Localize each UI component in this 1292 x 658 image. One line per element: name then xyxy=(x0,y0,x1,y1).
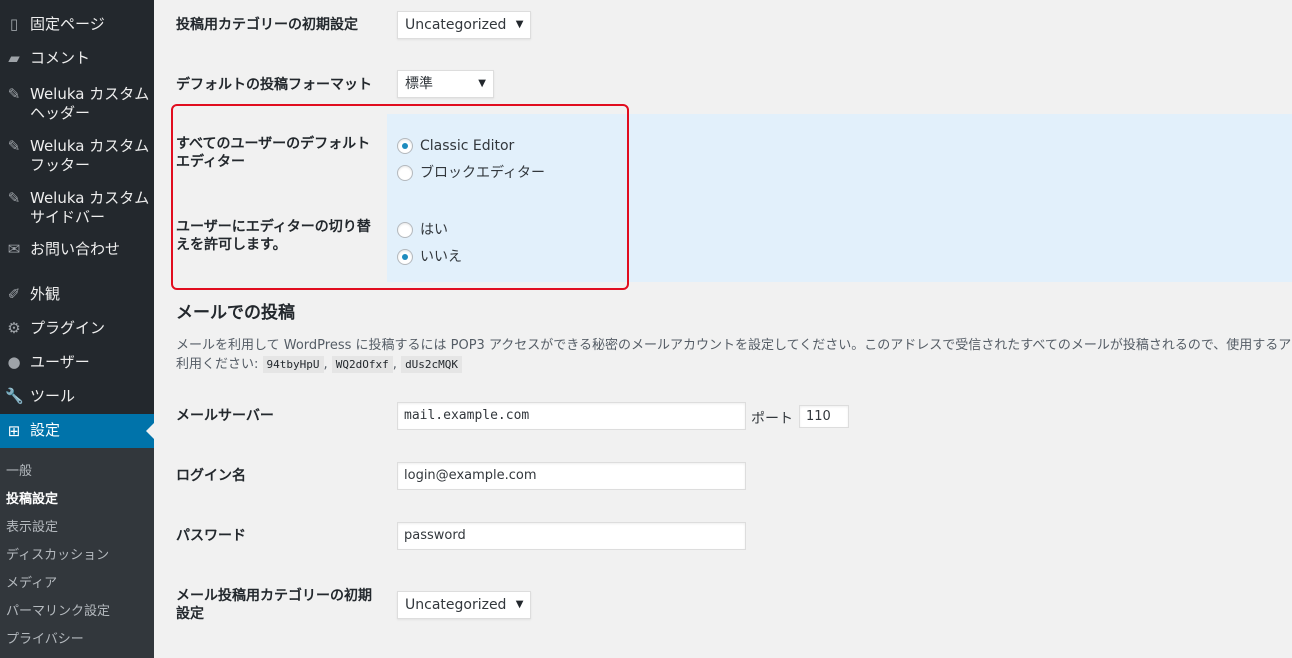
sidebar-item-settings[interactable]: ⊞ 設定 xyxy=(0,414,154,448)
sidebar-item-comments[interactable]: ▰ コメント xyxy=(0,49,154,71)
mail-icon: ✉ xyxy=(7,240,21,258)
description-prefix: 利用ください: xyxy=(176,357,259,372)
sidebar-item-label: コメント xyxy=(30,49,91,67)
sidebar-item-label: プラグイン xyxy=(30,319,106,337)
sidebar-item-plugins[interactable]: ⚙ プラグイン xyxy=(0,319,154,341)
password-input[interactable]: password xyxy=(397,522,746,550)
mail-server-label: メールサーバー xyxy=(176,408,274,424)
port-input[interactable]: 110 xyxy=(799,405,849,428)
submenu-item-general[interactable]: 一般 xyxy=(6,460,32,479)
sidebar-item-custom-footer[interactable]: ✎ Weluka カスタムフッター xyxy=(0,137,154,177)
pin-icon: ✎ xyxy=(7,137,21,155)
appearance-icon: ✐ xyxy=(7,285,21,303)
comment-icon: ▰ xyxy=(8,49,20,67)
sidebar-item-tools[interactable]: 🔧 ツール xyxy=(0,387,154,409)
port-label: ポート xyxy=(751,411,793,427)
page-icon: ▯ xyxy=(9,15,19,33)
user-icon: ● xyxy=(7,353,21,371)
default-format-label: デフォルトの投稿フォーマット xyxy=(176,77,372,93)
default-category-label: 投稿用カテゴリーの初期設定 xyxy=(176,17,358,33)
tools-icon: 🔧 xyxy=(5,387,24,405)
pin-icon: ✎ xyxy=(7,85,21,103)
sidebar-item-label: お問い合わせ xyxy=(30,240,121,258)
sidebar-item-label: ユーザー xyxy=(30,353,90,371)
select-value: 標準 xyxy=(405,76,433,92)
sidebar-item-custom-header[interactable]: ✎ Weluka カスタムヘッダー xyxy=(0,85,154,125)
random-string-code: WQ2dOfxf xyxy=(331,356,393,373)
chevron-down-icon: ▼ xyxy=(515,19,524,30)
sidebar-item-label: 設定 xyxy=(30,421,61,439)
admin-sidebar: ▯ 固定ページ ▰ コメント ✎ Weluka カスタムヘッダー ✎ Weluk… xyxy=(0,0,154,658)
select-value: Uncategorized xyxy=(405,17,507,33)
sidebar-item-label: Weluka カスタムフッター xyxy=(30,137,150,174)
annotation-highlight-box xyxy=(171,104,629,290)
chevron-down-icon: ▼ xyxy=(515,599,524,610)
mail-server-input[interactable]: mail.example.com xyxy=(397,402,746,430)
plugin-icon: ⚙ xyxy=(7,319,21,337)
submenu-item-writing[interactable]: 投稿設定 xyxy=(6,488,58,507)
sidebar-item-appearance[interactable]: ✐ 外観 xyxy=(0,285,154,307)
login-name-input[interactable]: login@example.com xyxy=(397,462,746,490)
password-label: パスワード xyxy=(176,528,246,544)
settings-submenu: 一般 投稿設定 表示設定 ディスカッション メディア パーマリンク設定 プライバ… xyxy=(0,448,154,658)
default-format-select[interactable]: 標準 ▼ xyxy=(397,70,494,98)
sidebar-item-users[interactable]: ● ユーザー xyxy=(0,353,154,375)
post-via-email-title: メールでの投稿 xyxy=(176,303,295,323)
login-name-label: ログイン名 xyxy=(176,468,246,484)
submenu-item-media[interactable]: メディア xyxy=(6,572,57,591)
submenu-item-privacy[interactable]: プライバシー xyxy=(6,628,84,647)
sidebar-item-contact[interactable]: ✉ お問い合わせ xyxy=(0,240,154,262)
description-line: 利用ください: 94tbyHpU, WQ2dOfxf, dUs2cMQK xyxy=(176,355,1292,374)
settings-icon: ⊞ xyxy=(7,422,21,440)
chevron-down-icon: ▼ xyxy=(478,78,486,89)
submenu-item-discussion[interactable]: ディスカッション xyxy=(6,544,109,563)
sidebar-item-custom-sidebar[interactable]: ✎ Weluka カスタムサイドバー xyxy=(0,189,154,229)
mail-category-label: メール投稿用カテゴリーの初期設定 xyxy=(176,588,372,622)
separator: , xyxy=(392,357,397,372)
submenu-item-reading[interactable]: 表示設定 xyxy=(6,516,58,535)
default-category-select[interactable]: Uncategorized ▼ xyxy=(397,11,532,39)
random-string-code: dUs2cMQK xyxy=(401,356,463,373)
post-via-email-description: メールを利用して WordPress に投稿するには POP3 アクセスができる… xyxy=(176,336,1292,374)
sidebar-item-pages[interactable]: ▯ 固定ページ xyxy=(0,15,154,37)
sidebar-item-label: ツール xyxy=(30,387,76,405)
mail-category-select[interactable]: Uncategorized ▼ xyxy=(397,591,532,619)
sidebar-item-label: Weluka カスタムサイドバー xyxy=(30,189,150,226)
sidebar-item-label: Weluka カスタムヘッダー xyxy=(30,85,150,122)
description-line: メールを利用して WordPress に投稿するには POP3 アクセスができる… xyxy=(176,338,1292,353)
submenu-item-permalinks[interactable]: パーマリンク設定 xyxy=(6,600,110,619)
select-value: Uncategorized xyxy=(405,597,507,613)
sidebar-item-label: 外観 xyxy=(30,285,61,303)
random-string-code: 94tbyHpU xyxy=(262,356,324,373)
separator: , xyxy=(323,357,328,372)
pin-icon: ✎ xyxy=(7,189,21,207)
sidebar-item-label: 固定ページ xyxy=(30,15,105,33)
settings-main: 投稿用カテゴリーの初期設定 Uncategorized ▼ デフォルトの投稿フォ… xyxy=(154,0,1292,658)
